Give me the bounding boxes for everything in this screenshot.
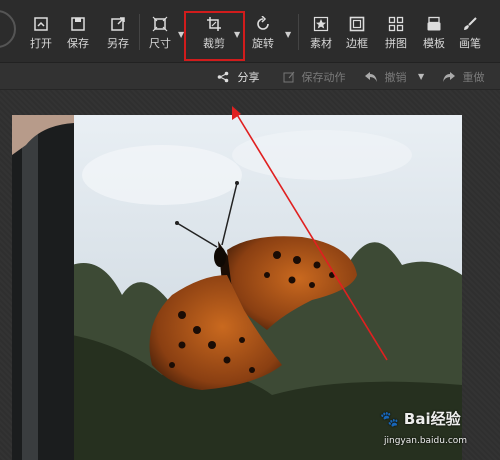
watermark-paw-icon: 🐾	[380, 410, 399, 428]
watermark-brand: Bai经验	[403, 410, 461, 428]
annotation-arrow	[232, 106, 388, 361]
watermark-url: jingyan.baidu.com	[384, 436, 468, 446]
baidu-watermark: 🐾 Bai经验	[380, 408, 461, 429]
